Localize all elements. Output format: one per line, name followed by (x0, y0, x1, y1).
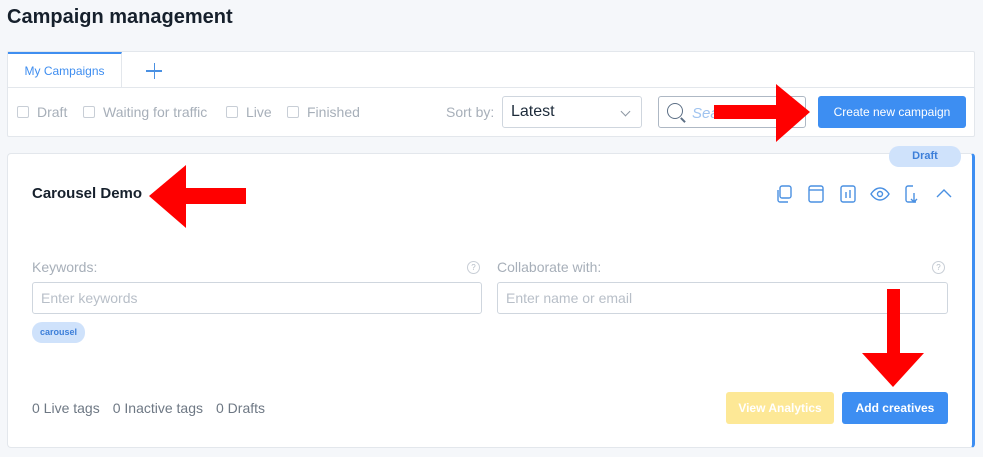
download-icon[interactable] (896, 184, 928, 206)
status-badge: Draft (889, 146, 961, 167)
filter-draft[interactable]: Draft (17, 104, 67, 120)
keywords-label: Keywords: (32, 259, 98, 275)
inactive-tags-count: 0 Inactive tags (112, 400, 203, 416)
filter-finished-label: Finished (307, 104, 360, 120)
window-icon[interactable] (800, 184, 832, 206)
tag-stats: 0 Live tags 0 Inactive tags 0 Drafts (32, 400, 278, 416)
sort-select[interactable]: Latest (502, 96, 642, 128)
checkbox[interactable] (287, 106, 299, 118)
search-input[interactable]: Search (658, 96, 806, 128)
filter-draft-label: Draft (37, 104, 68, 120)
plus-icon[interactable] (142, 59, 166, 83)
search-icon (667, 103, 683, 119)
campaign-actions (768, 184, 960, 206)
collaborate-label: Collaborate with: (497, 259, 602, 275)
checkbox[interactable] (17, 106, 29, 118)
chevron-up-icon[interactable] (928, 184, 960, 206)
tab-my-campaigns[interactable]: My Campaigns (8, 52, 122, 88)
filter-finished[interactable]: Finished (287, 104, 360, 120)
drafts-count: 0 Drafts (216, 400, 266, 416)
help-icon[interactable]: ? (932, 261, 945, 274)
filter-bar: Draft Waiting for traffic Live Finished … (8, 88, 974, 138)
copy-icon[interactable] (768, 184, 800, 206)
search-placeholder: Search (692, 105, 740, 122)
collaborate-input[interactable]: Enter name or email (497, 282, 948, 314)
keywords-input[interactable]: Enter keywords (32, 282, 482, 314)
live-tags-count: 0 Live tags (32, 400, 100, 416)
checkbox[interactable] (226, 106, 238, 118)
filter-waiting-label: Waiting for traffic (103, 104, 208, 120)
archive-icon[interactable] (832, 184, 864, 206)
filter-live[interactable]: Live (226, 104, 272, 120)
checkbox[interactable] (83, 106, 95, 118)
campaign-card: Draft Carousel Demo Keywords: ? Enter ke… (7, 146, 975, 448)
page-title: Campaign management (7, 6, 233, 28)
filter-live-label: Live (246, 104, 272, 120)
filter-waiting-for-traffic[interactable]: Waiting for traffic (83, 104, 207, 120)
keyword-tag[interactable]: carousel (32, 322, 86, 343)
view-analytics-button[interactable]: View Analytics (726, 392, 834, 424)
sort-value: Latest (511, 103, 555, 120)
tab-bar: My Campaigns (8, 52, 974, 88)
chevron-down-icon (620, 106, 631, 117)
help-icon[interactable]: ? (467, 261, 480, 274)
campaign-name: Carousel Demo (32, 185, 143, 202)
create-campaign-button[interactable]: Create new campaign (818, 96, 966, 128)
sort-label: Sort by: (446, 104, 495, 120)
eye-icon[interactable] (864, 184, 896, 206)
add-creatives-button[interactable]: Add creatives (842, 392, 948, 424)
campaign-toolbar: My Campaigns Draft Waiting for traffic L… (7, 51, 975, 137)
